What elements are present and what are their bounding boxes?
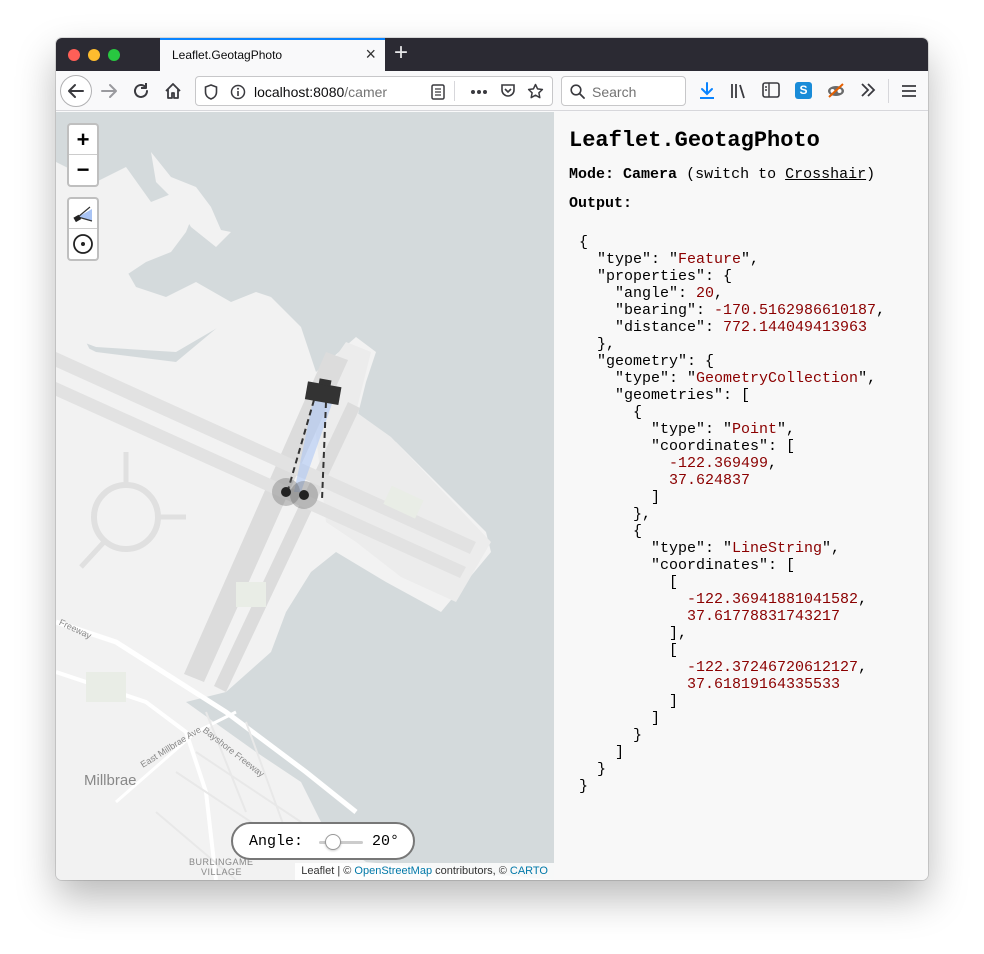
home-icon (165, 83, 181, 99)
pocket-icon[interactable] (500, 83, 516, 99)
more-dots-icon[interactable] (470, 89, 488, 95)
info-icon[interactable] (230, 84, 246, 100)
json-line-lat-1: 37.61778831743217 (687, 608, 841, 625)
extension-mask-icon[interactable] (826, 81, 846, 99)
place-burlingame-village: VILLAGE (201, 867, 243, 877)
url-text: localhost:8080/camer (254, 84, 396, 100)
extension-s-icon[interactable]: S (795, 82, 812, 99)
target-handle-2 (299, 490, 309, 500)
map-park-1 (86, 672, 126, 702)
url-divider (454, 81, 455, 101)
hamburger-menu-icon[interactable] (901, 84, 917, 98)
switch-crosshair-link[interactable]: Crosshair (785, 166, 866, 183)
map[interactable]: Millbrae BURLINGAME VILLAGE East Millbra… (56, 112, 554, 880)
home-button[interactable] (158, 76, 188, 106)
back-button[interactable] (60, 75, 92, 107)
crosshair-mode-button[interactable] (69, 229, 97, 259)
json-line-lon-1: -122.36941881041582 (687, 591, 859, 608)
nav-toolbar: localhost:8080/camer Search S (56, 71, 928, 111)
crosshair-icon (73, 234, 93, 254)
forward-button[interactable] (94, 76, 124, 106)
target-handle-1 (281, 487, 291, 497)
json-bearing-value: -170.5162986610187 (714, 302, 877, 319)
switch-suffix: ) (866, 166, 876, 183)
angle-slider-knob[interactable] (325, 834, 341, 850)
mode-line: Mode: Camera (switch to Crosshair) (569, 166, 928, 183)
tab-title: Leaflet.GeotagPhoto (172, 48, 283, 62)
browser-window: Leaflet.GeotagPhoto × + localhost:8080/c… (56, 38, 928, 880)
tab-bar: Leaflet.GeotagPhoto × + (56, 38, 928, 71)
json-distance-value: 772.144049413963 (723, 319, 868, 336)
json-geometry-type-value: GeometryCollection (696, 370, 859, 387)
angle-value: 20° (372, 833, 400, 850)
tab-close-icon[interactable]: × (365, 45, 376, 63)
search-bar[interactable]: Search (561, 76, 686, 106)
angle-label: Angle: (249, 833, 304, 850)
camera-fov-icon (73, 206, 93, 222)
json-angle-value: 20 (696, 285, 715, 302)
url-host: localhost:8080 (254, 84, 345, 100)
json-point-lon: -122.369499 (669, 455, 769, 472)
geojson-output: { "type": "Feature", "properties": { "an… (579, 234, 886, 795)
leaflet-link[interactable]: Leaflet (301, 865, 334, 877)
zoom-control: + − (67, 123, 99, 187)
window-maximize-button[interactable] (108, 49, 120, 61)
json-type-value: Feature (678, 251, 742, 268)
mode-value: Camera (623, 166, 678, 183)
mode-control (67, 197, 99, 261)
overflow-chevron-icon[interactable] (860, 83, 876, 97)
page-title: Leaflet.GeotagPhoto (569, 128, 820, 153)
sidebar-icon[interactable] (762, 82, 780, 98)
json-point-lat: 37.624837 (669, 472, 751, 489)
output-label: Output: (569, 195, 633, 212)
tab-active[interactable]: Leaflet.GeotagPhoto × (160, 38, 385, 71)
map-park-2 (236, 582, 266, 607)
angle-control: Angle: 20° (231, 822, 415, 860)
reader-view-icon[interactable] (431, 84, 445, 100)
toolbar-divider (888, 79, 889, 103)
map-land-main (56, 297, 554, 880)
json-point-type-value: Point (732, 421, 778, 438)
search-placeholder: Search (592, 84, 637, 100)
url-bar[interactable]: localhost:8080/camer (195, 76, 553, 106)
shield-icon[interactable] (204, 84, 218, 100)
zoom-out-button[interactable]: − (69, 155, 97, 185)
library-icon[interactable] (730, 82, 748, 100)
map-tiles (56, 152, 554, 880)
window-minimize-button[interactable] (88, 49, 100, 61)
osm-link[interactable]: OpenStreetMap (354, 865, 432, 877)
download-icon[interactable] (699, 82, 715, 100)
url-path: /camer (344, 84, 388, 100)
json-line-type-value: LineString (732, 540, 823, 557)
reload-icon (134, 83, 148, 98)
reload-button[interactable] (126, 76, 156, 106)
attribution-sep: | © (334, 865, 355, 877)
new-tab-button[interactable]: + (394, 40, 408, 66)
arrow-left-icon (68, 84, 84, 98)
window-close-button[interactable] (68, 49, 80, 61)
carto-link[interactable]: CARTO (510, 865, 548, 877)
json-line-lat-2: 37.61819164335533 (687, 676, 841, 693)
mode-label: Mode: (569, 166, 615, 183)
info-panel: Leaflet.GeotagPhoto Mode: Camera (switch… (554, 112, 928, 880)
search-icon (570, 84, 585, 99)
arrow-right-icon (101, 84, 117, 98)
place-millbrae: Millbrae (84, 772, 137, 789)
attribution-contrib: contributors, © (432, 865, 510, 877)
bookmark-star-icon[interactable] (527, 83, 544, 100)
json-line-lon-2: -122.37246720612127 (687, 659, 859, 676)
zoom-in-button[interactable]: + (69, 125, 97, 155)
map-attribution: Leaflet | © OpenStreetMap contributors, … (295, 863, 554, 880)
camera-mode-button[interactable] (69, 199, 97, 229)
switch-prefix: (switch to (686, 166, 777, 183)
